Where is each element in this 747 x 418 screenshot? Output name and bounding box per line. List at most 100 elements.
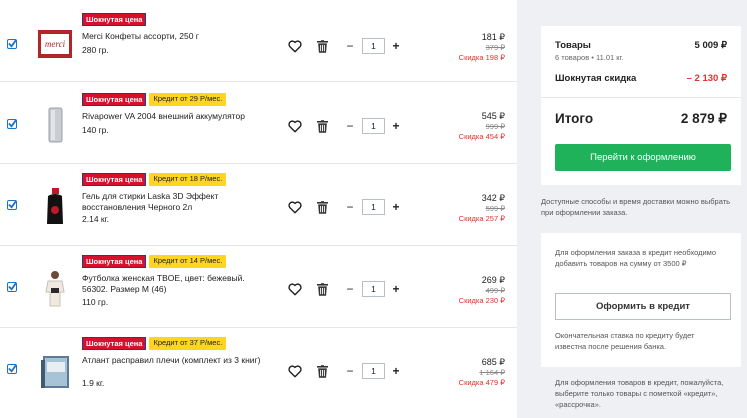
price-block: 685 ₽ 1 164 ₽ Скидка 479 ₽ bbox=[425, 357, 505, 388]
product-image-merci[interactable]: merci bbox=[37, 22, 73, 64]
cart-item: Шокнутая цена Кредит от 14 Р/мес. Футбол… bbox=[0, 246, 517, 328]
product-weight: 2.14 кг. bbox=[82, 214, 110, 224]
minus-icon[interactable]: − bbox=[345, 200, 355, 214]
minus-icon[interactable]: − bbox=[345, 364, 355, 378]
trash-icon[interactable] bbox=[317, 283, 328, 296]
credit-badge: Кредит от 29 Р/мес. bbox=[149, 93, 227, 106]
product-weight: 280 гр. bbox=[82, 45, 109, 55]
credit-badge: Кредит от 14 Р/мес. bbox=[149, 255, 227, 268]
checkbox-icon[interactable] bbox=[7, 119, 17, 129]
product-name[interactable]: Атлант расправил плечи (комплект из 3 кн… bbox=[82, 355, 267, 366]
checkbox-icon[interactable] bbox=[7, 200, 17, 210]
shock-price-badge: Шокнутая цена bbox=[82, 93, 147, 106]
badges: Шокнутая цена Кредит от 18 Р/мес. bbox=[82, 173, 227, 186]
plus-icon[interactable]: + bbox=[391, 200, 401, 214]
cart-item: Шокнутая цена Кредит от 37 Р/мес. Атлант… bbox=[0, 328, 517, 418]
product-name[interactable]: Rivapower VA 2004 внешний аккумулятор bbox=[82, 111, 267, 122]
price-block: 342 ₽ 599 ₽ Скидка 257 ₽ bbox=[425, 193, 505, 224]
discount-label: Шокнутая скидка bbox=[555, 73, 637, 84]
current-price: 181 ₽ bbox=[481, 32, 505, 42]
product-weight: 110 гр. bbox=[82, 297, 109, 307]
badges: Шокнутая цена bbox=[82, 13, 147, 26]
heart-icon[interactable] bbox=[288, 365, 302, 378]
total-label: Итого bbox=[555, 111, 594, 126]
price-block: 269 ₽ 499 ₽ Скидка 230 ₽ bbox=[425, 275, 505, 306]
delivery-note: Доступные способы и время доставки можно… bbox=[541, 197, 731, 217]
product-name[interactable]: Merci Конфеты ассорти, 250 г bbox=[82, 31, 267, 42]
shock-price-badge: Шокнутая цена bbox=[82, 13, 147, 26]
heart-icon[interactable] bbox=[288, 283, 302, 296]
current-price: 269 ₽ bbox=[481, 275, 505, 285]
minus-icon[interactable]: − bbox=[345, 39, 355, 53]
credit-badge: Кредит от 37 Р/мес. bbox=[149, 337, 227, 350]
svg-text:merci: merci bbox=[45, 39, 66, 49]
checkbox-icon[interactable] bbox=[7, 282, 17, 292]
cart-item: merci Шокнутая цена Merci Конфеты ассорт… bbox=[0, 0, 517, 82]
goods-value: 5 009 ₽ bbox=[694, 40, 727, 51]
credit-badge: Кредит от 18 Р/мес. bbox=[149, 173, 227, 186]
credit-rate-note: Окончательная ставка по кредиту будет из… bbox=[555, 331, 695, 351]
quantity-input[interactable]: 1 bbox=[362, 363, 385, 379]
credit-button[interactable]: Оформить в кредит bbox=[555, 293, 731, 320]
goods-label: Товары bbox=[555, 40, 591, 51]
current-price: 545 ₽ bbox=[481, 111, 505, 121]
old-price: 379 ₽ bbox=[485, 43, 505, 52]
product-image-detergent[interactable] bbox=[37, 186, 73, 228]
credit-min-note: Для оформления заказа в кредит необходим… bbox=[555, 248, 717, 268]
plus-icon[interactable]: + bbox=[391, 282, 401, 296]
credit-select-note: Для оформления товаров в кредит, пожалуй… bbox=[555, 378, 724, 409]
order-sidebar: Товары 5 009 ₽ 6 товаров • 11.01 кг. Шок… bbox=[517, 0, 747, 418]
shock-price-badge: Шокнутая цена bbox=[82, 255, 147, 268]
heart-icon[interactable] bbox=[288, 40, 302, 53]
total-value: 2 879 ₽ bbox=[680, 111, 727, 126]
price-block: 181 ₽ 379 ₽ Скидка 198 ₽ bbox=[425, 32, 505, 63]
quantity-input[interactable]: 1 bbox=[362, 281, 385, 297]
minus-icon[interactable]: − bbox=[345, 119, 355, 133]
discount-amount: Скидка 479 ₽ bbox=[458, 378, 505, 387]
trash-icon[interactable] bbox=[317, 365, 328, 378]
discount-amount: Скидка 257 ₽ bbox=[458, 214, 505, 223]
badges: Шокнутая цена Кредит от 37 Р/мес. bbox=[82, 337, 227, 350]
goods-count: 6 товаров • 11.01 кг. bbox=[555, 53, 624, 62]
quantity-input[interactable]: 1 bbox=[362, 118, 385, 134]
trash-icon[interactable] bbox=[317, 120, 328, 133]
product-image-books[interactable] bbox=[37, 350, 73, 392]
checkbox-icon[interactable] bbox=[7, 39, 17, 49]
badges: Шокнутая цена Кредит от 14 Р/мес. bbox=[82, 255, 227, 268]
current-price: 685 ₽ bbox=[481, 357, 505, 367]
product-image-tshirt[interactable] bbox=[37, 268, 73, 310]
trash-icon[interactable] bbox=[317, 201, 328, 214]
plus-icon[interactable]: + bbox=[391, 364, 401, 378]
discount-value: – 2 130 ₽ bbox=[686, 73, 727, 84]
quantity-input[interactable]: 1 bbox=[362, 199, 385, 215]
shock-price-badge: Шокнутая цена bbox=[82, 337, 147, 350]
product-name[interactable]: Футболка женская TBOE, цвет: бежевый. 56… bbox=[82, 273, 267, 295]
old-price: 599 ₽ bbox=[485, 204, 505, 213]
product-weight: 1.9 кг. bbox=[82, 378, 105, 388]
order-summary: Товары 5 009 ₽ 6 товаров • 11.01 кг. Шок… bbox=[541, 26, 741, 185]
discount-amount: Скидка 198 ₽ bbox=[458, 53, 505, 62]
cart-item: Шокнутая цена Кредит от 18 Р/мес. Гель д… bbox=[0, 164, 517, 246]
quantity-input[interactable]: 1 bbox=[362, 38, 385, 54]
plus-icon[interactable]: + bbox=[391, 119, 401, 133]
price-block: 545 ₽ 999 ₽ Скидка 454 ₽ bbox=[425, 111, 505, 142]
current-price: 342 ₽ bbox=[481, 193, 505, 203]
plus-icon[interactable]: + bbox=[391, 39, 401, 53]
product-weight: 140 гр. bbox=[82, 125, 109, 135]
product-name[interactable]: Гель для стирки Laska 3D Эффект восстано… bbox=[82, 191, 267, 213]
old-price: 499 ₽ bbox=[485, 286, 505, 295]
minus-icon[interactable]: − bbox=[345, 282, 355, 296]
old-price: 999 ₽ bbox=[485, 122, 505, 131]
credit-panel: Для оформления заказа в кредит необходим… bbox=[541, 233, 741, 367]
trash-icon[interactable] bbox=[317, 40, 328, 53]
cart-list: merci Шокнутая цена Merci Конфеты ассорт… bbox=[0, 0, 517, 418]
old-price: 1 164 ₽ bbox=[479, 368, 505, 377]
product-image-powerbank[interactable] bbox=[37, 104, 73, 146]
discount-amount: Скидка 454 ₽ bbox=[458, 132, 505, 141]
heart-icon[interactable] bbox=[288, 120, 302, 133]
heart-icon[interactable] bbox=[288, 201, 302, 214]
checkout-button[interactable]: Перейти к оформлению bbox=[555, 144, 731, 171]
cart-item: Шокнутая цена Кредит от 29 Р/мес. Rivapo… bbox=[0, 82, 517, 164]
checkbox-icon[interactable] bbox=[7, 364, 17, 374]
badges: Шокнутая цена Кредит от 29 Р/мес. bbox=[82, 93, 227, 106]
